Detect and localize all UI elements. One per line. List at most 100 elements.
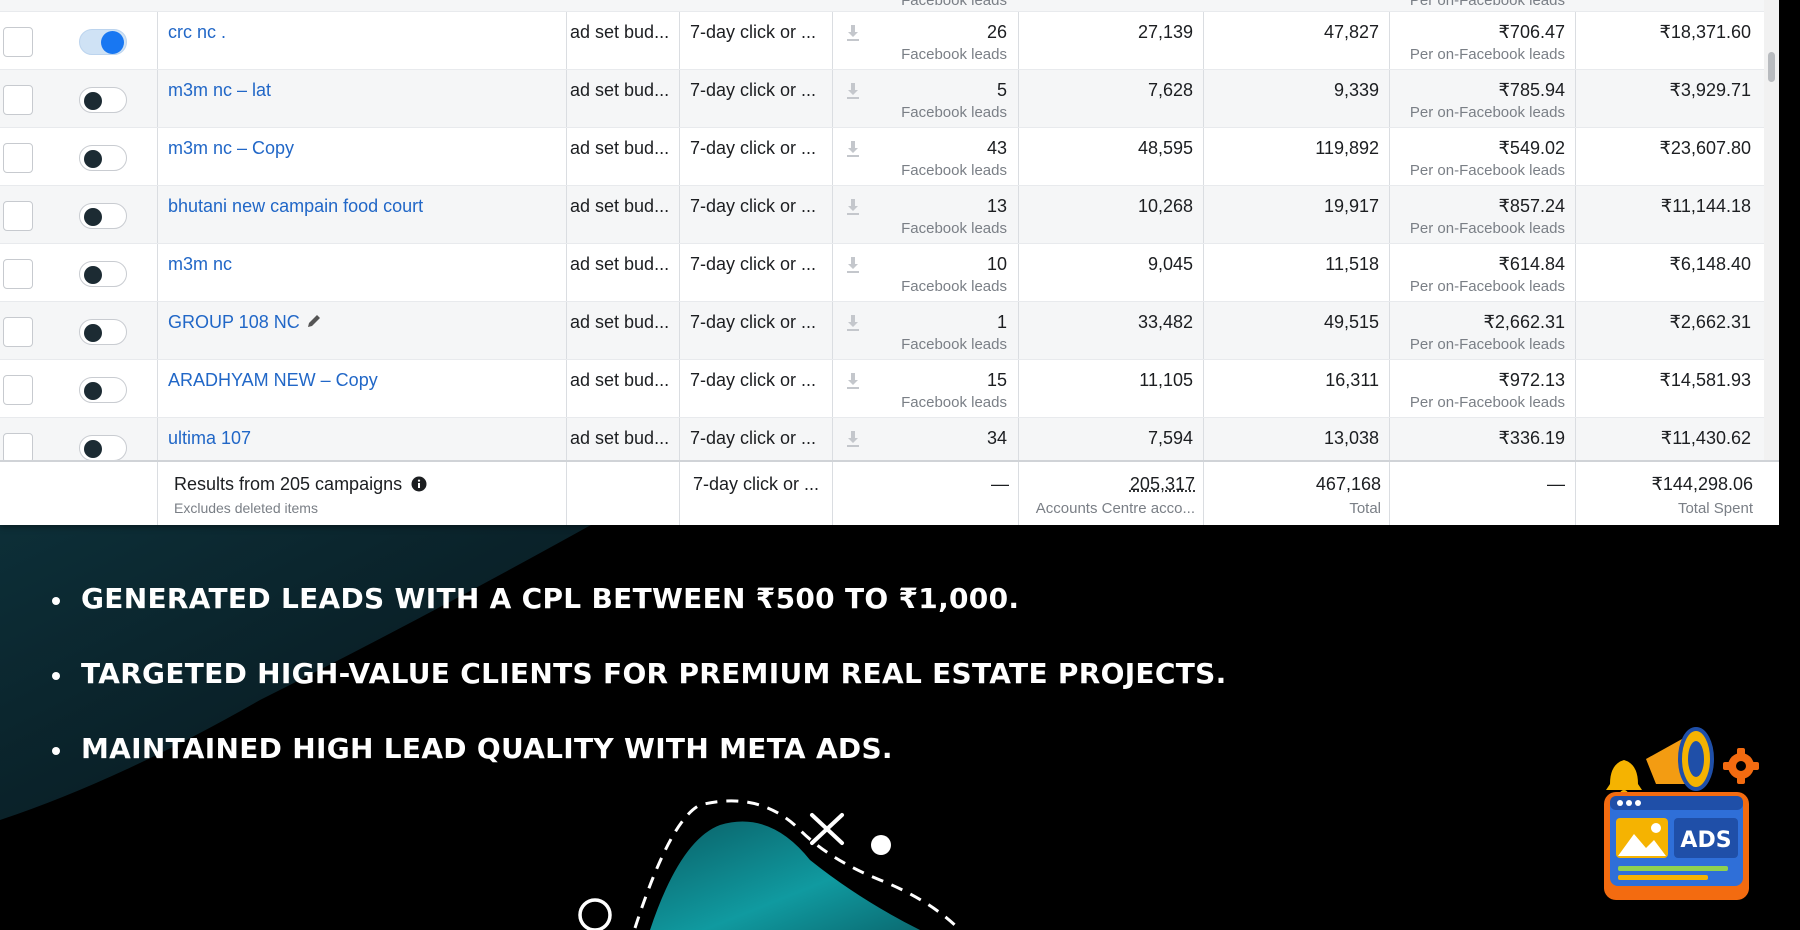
ring-mark [578,898,612,930]
download-icon[interactable] [846,372,860,390]
results-value: 43 [986,138,1007,158]
impressions-value: 11,518 [1325,254,1379,274]
footer-amount-spent: ₹144,298.06 [1651,474,1753,494]
download-icon[interactable] [846,256,860,274]
download-icon[interactable] [846,24,860,42]
campaign-name-link[interactable]: GROUP 108 NC [168,312,322,333]
vertical-scrollbar[interactable] [1764,0,1779,460]
table-row[interactable]: m3m nc ad set bud... 7-day click or ... 10 F… [0,244,1779,302]
results-value: 26 [986,22,1007,42]
cross-mark [810,813,844,845]
dot-mark [871,835,891,855]
footer-impressions-label: Total [1349,500,1381,517]
budget-cell: ad set bud... [570,196,670,216]
cost-per-result-value: ₹2,662.31 [1483,312,1565,332]
reach-value: 7,628 [1147,80,1193,100]
reach-value: 33,482 [1137,312,1193,332]
row-checkbox[interactable] [3,259,33,289]
download-icon[interactable] [846,198,860,216]
budget-cell: ad set bud... [570,312,670,332]
results-value: 15 [986,370,1007,390]
table-row[interactable]: ARADHYAM NEW – Copy ad set bud... 7-day cl… [0,360,1779,418]
row-checkbox[interactable] [3,375,33,405]
ads-megaphone-illustration: ADS [1604,727,1759,900]
row-checkbox[interactable] [3,433,33,463]
download-icon[interactable] [846,314,860,332]
row-checkbox[interactable] [3,27,33,57]
attribution-cell: 7-day click or ... [690,370,817,390]
download-icon[interactable] [846,430,860,448]
table-row[interactable]: m3m nc – Copy ad set bud... 7-day click or… [0,128,1779,186]
ads-label: ADS [1680,828,1731,853]
results-value: 1 [996,312,1007,332]
results-label: Facebook leads [901,104,1007,121]
attribution-cell: 7-day click or ... [690,22,817,42]
row-checkbox[interactable] [3,85,33,115]
campaign-toggle[interactable] [79,87,127,113]
campaign-name-link[interactable]: ARADHYAM NEW – Copy [168,370,378,391]
attribution-cell: 7-day click or ... [690,196,817,216]
attribution-cell: 7-day click or ... [690,138,817,158]
amount-spent-value: ₹2,662.31 [1669,312,1751,332]
campaign-toggle[interactable] [79,319,127,345]
campaign-name-link[interactable]: ultima 107 [168,428,251,449]
attribution-cell: 7-day click or ... [690,254,817,274]
table-row[interactable]: m3m nc – lat ad set bud... 7-day click or … [0,70,1779,128]
budget-cell: ad set bud... [570,428,670,448]
campaign-name-link[interactable]: crc nc . [168,22,226,43]
reach-value: 9,045 [1147,254,1193,274]
amount-spent-value: ₹18,371.60 [1659,22,1751,42]
table-row[interactable]: GROUP 108 NC ad set bud... 7-day click or … [0,302,1779,360]
campaign-toggle[interactable] [79,203,127,229]
row-checkbox[interactable] [3,317,33,347]
scroll-thumb[interactable] [1768,52,1775,82]
cost-per-result-value: ₹336.19 [1498,428,1565,448]
results-value: 34 [986,428,1007,448]
cost-label: Per on-Facebook leads [1409,0,1565,9]
footer-reach: 205,317 [1129,474,1195,494]
download-icon[interactable] [846,82,860,100]
results-label: Facebook leads [901,0,1007,9]
results-value: 13 [986,196,1007,216]
footer-cost-per-result: — [1547,474,1565,494]
reach-value: 7,594 [1147,428,1193,448]
impressions-value: 19,917 [1323,196,1379,216]
campaign-name-link[interactable]: bhutani new campain food court [168,196,423,217]
amount-spent-value: ₹23,607.80 [1659,138,1751,158]
impressions-value: 13,038 [1323,428,1379,448]
amount-spent-value: ₹11,430.62 [1660,428,1751,448]
edit-pencil-icon[interactable] [306,313,322,329]
table-row[interactable]: bhutani new campain food court ad set bud… [0,186,1779,244]
campaign-toggle[interactable] [79,261,127,287]
results-label: Facebook leads [901,278,1007,295]
results-value: 5 [996,80,1007,100]
campaign-name-link[interactable]: m3m nc – lat [168,80,271,101]
row-checkbox[interactable] [3,201,33,231]
cost-label: Per on-Facebook leads [1409,336,1565,353]
budget-cell: ad set bud... [570,22,670,42]
reach-value: 27,139 [1137,22,1193,42]
campaign-name-link[interactable]: m3m nc – Copy [168,138,294,159]
row-checkbox[interactable] [3,143,33,173]
campaign-toggle[interactable] [79,377,127,403]
budget-cell: ad set bud... [570,80,670,100]
info-icon[interactable] [411,476,427,492]
impressions-value: 49,515 [1323,312,1379,332]
impressions-value: 47,827 [1323,22,1379,42]
footer-subtitle: Excludes deleted items [174,500,318,516]
download-icon[interactable] [846,140,860,158]
campaign-toggle[interactable] [79,145,127,171]
cost-per-result-value: ₹706.47 [1498,22,1565,42]
results-label: Facebook leads [901,46,1007,63]
amount-spent-value: ₹14,581.93 [1659,370,1751,390]
cost-per-result-value: ₹857.24 [1498,196,1565,216]
campaign-toggle[interactable] [79,435,127,461]
results-label: Facebook leads [901,336,1007,353]
attribution-cell: 7-day click or ... [690,428,817,448]
table-row[interactable]: crc nc . ad set bud... 7-day click or ... 2… [0,12,1779,70]
results-label: Facebook leads [901,394,1007,411]
results-value: 10 [986,254,1007,274]
campaign-name-link[interactable]: m3m nc [168,254,232,275]
results-label: Facebook leads [901,220,1007,237]
campaign-toggle[interactable] [79,29,127,55]
